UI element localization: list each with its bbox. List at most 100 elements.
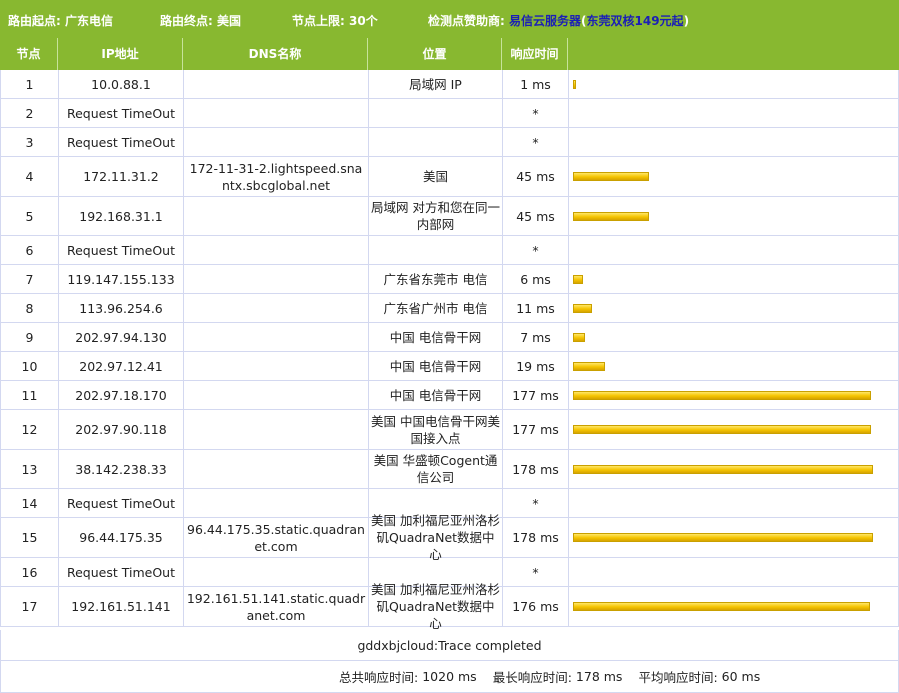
cell-response-bar: [568, 157, 899, 197]
cell-location: 局域网 IP: [368, 70, 502, 99]
cell-response-bar: [568, 265, 899, 294]
cell-response-time: 19 ms: [502, 352, 568, 381]
cell-dns: [183, 450, 368, 489]
col-header-location: 位置: [368, 38, 502, 70]
sponsor-label: 检测点赞助商:: [428, 14, 505, 28]
cell-node: 8: [0, 294, 58, 323]
total-time-value: 1020 ms: [422, 669, 477, 684]
origin-info: 路由起点: 广东电信: [8, 12, 113, 29]
cell-ip: 202.97.18.170: [58, 381, 183, 410]
table-row: 4 172.11.31.2 172-11-31-2.lightspeed.snant…: [0, 157, 899, 197]
table-row: 5 192.168.31.1 局域网 对方和您在同一内部网 45 ms: [0, 197, 899, 236]
cell-ip: Request TimeOut: [58, 128, 183, 157]
cell-location: 广东省广州市 电信: [368, 294, 502, 323]
response-time-bar: [573, 361, 605, 371]
cell-node: 4: [0, 157, 58, 197]
cell-response-bar: [568, 558, 899, 587]
cell-ip: 202.97.12.41: [58, 352, 183, 381]
cell-dns: [183, 265, 368, 294]
cell-dns: [183, 558, 368, 587]
table-row: 7 119.147.155.133 广东省东莞市 电信 6 ms: [0, 265, 899, 294]
response-time-bar: [573, 274, 583, 284]
cell-ip: 192.161.51.141: [58, 587, 183, 627]
cell-response-time: 45 ms: [502, 157, 568, 197]
cell-ip: 119.147.155.133: [58, 265, 183, 294]
cell-node: 10: [0, 352, 58, 381]
response-time-bar: [573, 332, 585, 342]
cell-dns: 192.161.51.141.static.quadranet.com: [183, 587, 368, 627]
response-time-bar: [573, 79, 576, 89]
cell-response-time: *: [502, 558, 568, 587]
cell-dns: [183, 381, 368, 410]
cell-response-bar: [568, 294, 899, 323]
node-limit-label: 节点上限:: [292, 14, 345, 28]
cell-dns: [183, 70, 368, 99]
cell-dns: [183, 410, 368, 450]
table-row: 10 202.97.12.41 中国 电信骨干网 19 ms: [0, 352, 899, 381]
cell-node: 3: [0, 128, 58, 157]
cell-node: 13: [0, 450, 58, 489]
summary-row: 总共响应时间: 1020 ms 最长响应时间: 178 ms 平均响应时间: 6…: [0, 661, 899, 693]
sponsor-close-paren: ): [683, 14, 690, 28]
sponsor-link[interactable]: 易信云服务器: [509, 14, 581, 28]
cell-response-bar: [568, 352, 899, 381]
cell-location: 美国 中国电信骨干网美国接入点: [368, 410, 502, 450]
table-row: 12 202.97.90.118 美国 中国电信骨干网美国接入点 177 ms: [0, 410, 899, 450]
cell-response-bar: [568, 70, 899, 99]
node-limit-info: 节点上限: 30个: [292, 12, 378, 29]
cell-dns: 96.44.175.35.static.quadranet.com: [183, 518, 368, 558]
table-row: 2 Request TimeOut *: [0, 99, 899, 128]
cell-response-time: 177 ms: [502, 381, 568, 410]
cell-response-time: 177 ms: [502, 410, 568, 450]
node-limit-value: 30个: [349, 14, 378, 28]
cell-node: 17: [0, 587, 58, 627]
cell-node: 5: [0, 197, 58, 236]
cell-node: 2: [0, 99, 58, 128]
cell-location: 美国 华盛顿Cogent通信公司: [368, 450, 502, 489]
destination-info: 路由终点: 美国: [160, 12, 241, 29]
trace-status: gddxbjcloud:Trace completed: [357, 637, 542, 653]
cell-response-time: *: [502, 236, 568, 265]
response-time-bar: [573, 303, 592, 313]
cell-ip: 96.44.175.35: [58, 518, 183, 558]
cell-response-bar: [568, 489, 899, 518]
table-row: 17 192.161.51.141 192.161.51.141.static.qu…: [0, 582, 899, 631]
cell-location: 局域网 对方和您在同一内部网: [368, 197, 502, 236]
response-time-bar: [573, 425, 871, 434]
cell-ip: 202.97.90.118: [58, 410, 183, 450]
cell-response-bar: [568, 236, 899, 265]
response-time-bar: [573, 602, 870, 611]
col-header-bar: [568, 38, 899, 70]
max-time-value: 178 ms: [575, 669, 623, 684]
cell-location: 中国 电信骨干网: [368, 323, 502, 352]
cell-node: 6: [0, 236, 58, 265]
table-row: 11 202.97.18.170 中国 电信骨干网 177 ms: [0, 381, 899, 410]
cell-dns: [183, 128, 368, 157]
cell-response-time: 178 ms: [502, 450, 568, 489]
cell-response-bar: [568, 410, 899, 450]
cell-location: 美国: [368, 157, 502, 197]
route-info-bar: 路由起点: 广东电信 路由终点: 美国 节点上限: 30个 检测点赞助商: 易信…: [0, 0, 899, 38]
total-time-label: 总共响应时间:: [339, 670, 419, 685]
cell-response-time: 6 ms: [502, 265, 568, 294]
cell-location: 中国 电信骨干网: [368, 381, 502, 410]
cell-ip: 172.11.31.2: [58, 157, 183, 197]
cell-dns: 172-11-31-2.lightspeed.snantx.sbcglobal.…: [183, 157, 368, 197]
cell-dns: [183, 489, 368, 518]
origin-value: 广东电信: [65, 14, 114, 28]
table-row: 13 38.142.238.33 美国 华盛顿Cogent通信公司 178 ms: [0, 450, 899, 489]
response-time-bar: [573, 390, 871, 400]
cell-node: 1: [0, 70, 58, 99]
avg-time-label: 平均响应时间:: [638, 670, 718, 685]
sponsor-promo-link[interactable]: 东莞双核149元起: [587, 14, 684, 28]
col-header-response-time: 响应时间: [502, 38, 568, 70]
cell-node: 15: [0, 518, 58, 558]
table-row: 15 96.44.175.35 96.44.175.35.static.quadra…: [0, 513, 899, 562]
cell-location: 中国 电信骨干网: [368, 352, 502, 381]
cell-response-time: 11 ms: [502, 294, 568, 323]
cell-dns: [183, 323, 368, 352]
cell-dns: [183, 99, 368, 128]
cell-dns: [183, 352, 368, 381]
cell-response-bar: [568, 197, 899, 236]
cell-response-time: 176 ms: [502, 587, 568, 627]
